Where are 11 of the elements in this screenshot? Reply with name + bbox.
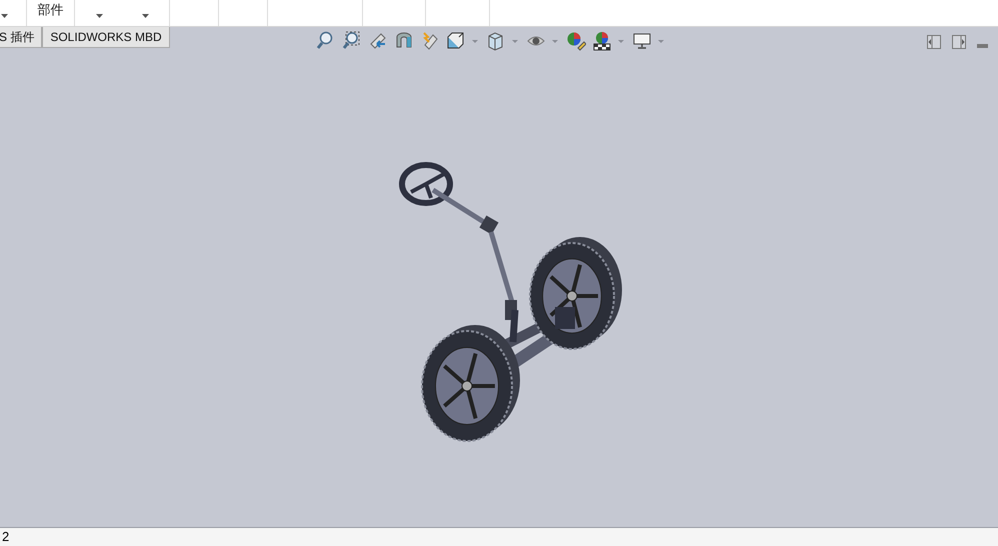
tab[interactable]: SOLIDWORKS MBD bbox=[42, 27, 170, 48]
caret-icon[interactable] bbox=[142, 14, 148, 18]
cube-icon[interactable] bbox=[446, 31, 466, 51]
status-cell-text: 2 bbox=[1, 528, 10, 546]
ribbon-label[interactable]: 部件 bbox=[38, 3, 64, 26]
zoom-area-icon[interactable] bbox=[342, 31, 362, 51]
collapse-left-icon[interactable] bbox=[927, 35, 941, 49]
caret-icon[interactable] bbox=[96, 14, 102, 18]
monitor-icon[interactable] bbox=[632, 31, 652, 51]
collapse-right-icon[interactable] bbox=[952, 35, 966, 49]
caret-icon[interactable] bbox=[1, 14, 8, 18]
